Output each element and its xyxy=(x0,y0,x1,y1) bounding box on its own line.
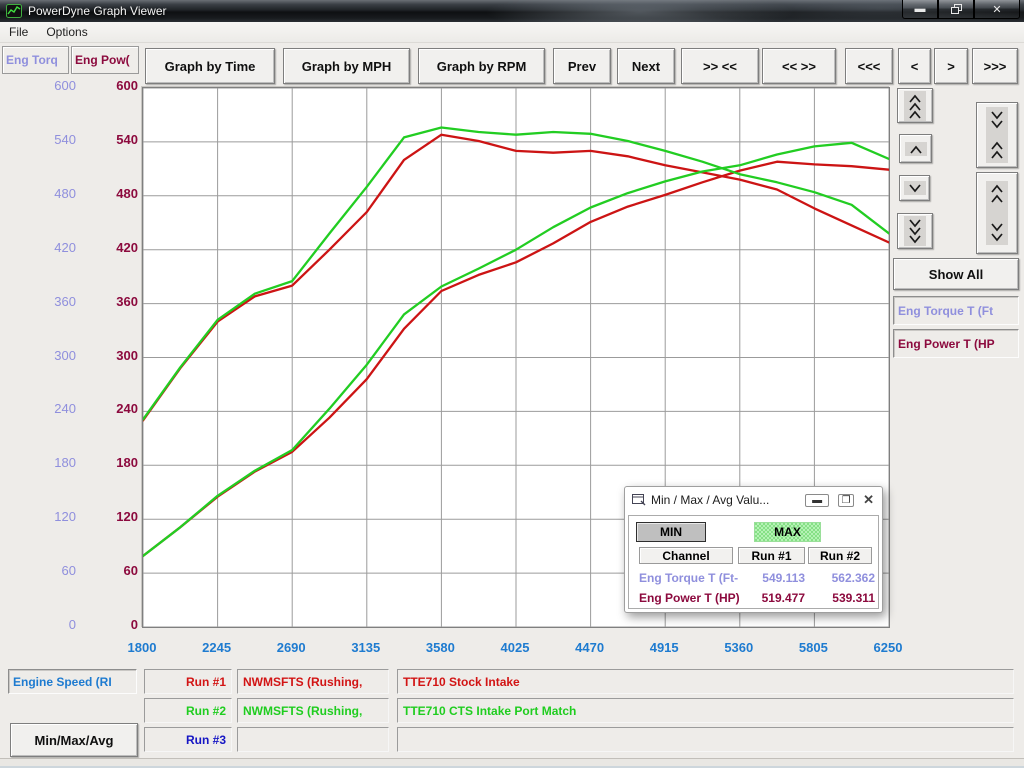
form-icon xyxy=(632,494,646,506)
x-channel-field[interactable]: Engine Speed (RI xyxy=(8,669,137,694)
minmax-popup-title: Min / Max / Avg Valu... xyxy=(651,493,769,507)
graph-by-rpm-button[interactable]: Graph by RPM xyxy=(418,48,545,84)
triple-chevron-down-icon xyxy=(904,216,926,246)
show-all-button[interactable]: Show All xyxy=(893,258,1019,290)
y-tick-label-power: 600 xyxy=(0,78,138,93)
scroll-down-fast-button[interactable] xyxy=(897,213,933,249)
prev-button[interactable]: Prev xyxy=(553,48,611,84)
minimize-button[interactable]: ▬ xyxy=(902,0,938,19)
zoom-in-y-button[interactable] xyxy=(976,102,1018,168)
restore-icon xyxy=(951,4,962,14)
scroll-up-button[interactable] xyxy=(899,134,932,163)
min-toggle-button[interactable]: MIN xyxy=(636,522,706,542)
x-tick-label: 6250 xyxy=(858,640,918,655)
y-tick-label-power: 60 xyxy=(0,563,138,578)
y-tick-label-power: 300 xyxy=(0,348,138,363)
restore-button[interactable] xyxy=(938,0,974,19)
zoom-out-x-button[interactable]: << >> xyxy=(762,48,836,84)
run3-comment-field[interactable] xyxy=(397,727,1014,752)
y-tick-label-power: 180 xyxy=(0,455,138,470)
menubar: File Options xyxy=(0,22,1024,43)
close-button[interactable]: ✕ xyxy=(974,0,1020,19)
graph-by-time-button[interactable]: Graph by Time xyxy=(145,48,275,84)
next-button[interactable]: Next xyxy=(617,48,675,84)
torque-max-run2: 562.362 xyxy=(811,571,875,585)
run2-file-field[interactable]: NWMSFTS (Rushing, xyxy=(237,698,389,723)
run3-file-field[interactable] xyxy=(237,727,389,752)
run1-comment-field[interactable]: TTE710 Stock Intake xyxy=(397,669,1014,694)
titlebar: PowerDyne Graph Viewer ▬ ✕ xyxy=(0,0,1024,22)
x-tick-label: 4025 xyxy=(485,640,545,655)
column-header-run1[interactable]: Run #1 xyxy=(738,547,805,564)
power-channel-field[interactable]: Eng Power T (HP xyxy=(893,329,1019,358)
x-tick-label: 2245 xyxy=(187,640,247,655)
triple-chevron-up-icon xyxy=(904,91,926,121)
popup-restore-button[interactable]: ❐ xyxy=(838,494,854,507)
torque-channel-field[interactable]: Eng Torque T (Ft xyxy=(893,296,1019,325)
row-label-power: Eng Power T (HP) xyxy=(639,591,740,607)
run1-label[interactable]: Run #1 xyxy=(144,669,232,694)
y-tick-label-power: 420 xyxy=(0,240,138,255)
y-tick-label-power: 240 xyxy=(0,401,138,416)
y-tick-label-power: 120 xyxy=(0,509,138,524)
power-max-run1: 519.477 xyxy=(741,591,805,605)
app-window: { "window": { "title": "PowerDyne Graph … xyxy=(0,0,1024,768)
minmax-popup-titlebar[interactable]: Min / Max / Avg Valu... ▬ ❐ ✕ xyxy=(625,487,882,513)
zoom-in-x-button[interactable]: >> << xyxy=(681,48,759,84)
y-tick-label-power: 480 xyxy=(0,186,138,201)
scroll-left-button[interactable]: < xyxy=(898,48,931,84)
x-tick-label: 1800 xyxy=(112,640,172,655)
scroll-right-fast-button[interactable]: >>> xyxy=(972,48,1018,84)
popup-minimize-button[interactable]: ▬ xyxy=(805,494,829,507)
torque-max-run1: 549.113 xyxy=(741,571,805,585)
max-toggle-button[interactable]: MAX xyxy=(754,522,821,542)
run1-file-field[interactable]: NWMSFTS (Rushing, xyxy=(237,669,389,694)
run2-comment-field[interactable]: TTE710 CTS Intake Port Match xyxy=(397,698,1014,723)
run3-label[interactable]: Run #3 xyxy=(144,727,232,752)
x-tick-label: 4470 xyxy=(560,640,620,655)
x-tick-label: 3135 xyxy=(336,640,396,655)
y-tick-label-power: 0 xyxy=(0,617,138,632)
x-tick-label: 5805 xyxy=(783,640,843,655)
column-header-run2[interactable]: Run #2 xyxy=(808,547,872,564)
scroll-up-fast-button[interactable] xyxy=(897,88,933,123)
minmax-popup-window: Min / Max / Avg Valu... ▬ ❐ ✕ MIN MAX Ch… xyxy=(624,486,883,613)
popup-close-button[interactable]: ✕ xyxy=(863,492,874,508)
chevron-up-icon xyxy=(905,142,927,156)
column-header-channel[interactable]: Channel xyxy=(639,547,733,564)
x-tick-label: 3580 xyxy=(410,640,470,655)
scroll-left-fast-button[interactable]: <<< xyxy=(845,48,893,84)
scroll-down-button[interactable] xyxy=(899,175,930,201)
chevrons-converge-vertical-icon xyxy=(986,107,1008,163)
y-tick-label-power: 360 xyxy=(0,294,138,309)
row-label-torque: Eng Torque T (Ft- xyxy=(639,571,738,587)
run2-label[interactable]: Run #2 xyxy=(144,698,232,723)
chevron-down-icon xyxy=(904,181,926,195)
x-tick-label: 4915 xyxy=(634,640,694,655)
minmax-popup-body: MIN MAX Channel Run #1 Run #2 Eng Torque… xyxy=(628,515,879,609)
graph-by-mph-button[interactable]: Graph by MPH xyxy=(283,48,410,84)
minmaxavg-button[interactable]: Min/Max/Avg xyxy=(10,723,138,757)
y-tick-label-power: 540 xyxy=(0,132,138,147)
scroll-right-button[interactable]: > xyxy=(934,48,968,84)
chevrons-diverge-vertical-icon xyxy=(986,181,1008,245)
x-tick-label: 2690 xyxy=(261,640,321,655)
power-max-run2: 539.311 xyxy=(811,591,875,605)
x-tick-label: 5360 xyxy=(709,640,769,655)
zoom-out-y-button[interactable] xyxy=(976,172,1018,254)
